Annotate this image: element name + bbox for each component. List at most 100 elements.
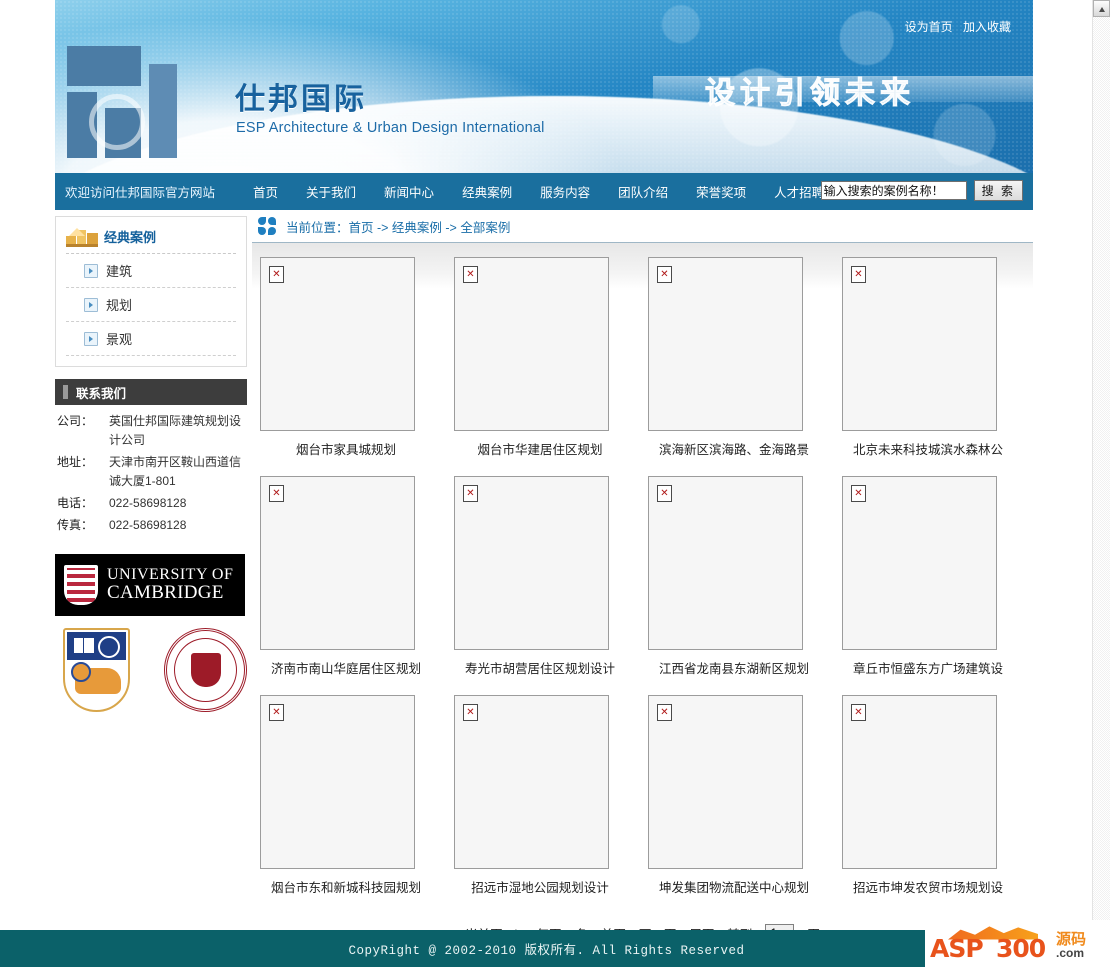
body-columns: 经典案例 建筑 规划 景观 联系我们 公司： 英国仕邦国际建筑规划设计公司 地址… bbox=[55, 210, 1033, 950]
case-thumbnail[interactable]: ✕ bbox=[260, 257, 415, 431]
watermark-asp-text: ASP bbox=[930, 933, 984, 963]
university-crest-icon bbox=[63, 628, 131, 712]
case-thumbnail[interactable]: ✕ bbox=[648, 476, 803, 650]
main-content: 当前位置：首页 -> 经典案例 -> 全部案例 ✕ 烟台市家具城规划 ✕ 烟台市… bbox=[252, 210, 1033, 950]
contact-value: 英国仕邦国际建筑规划设计公司 bbox=[109, 414, 242, 447]
case-thumbnail[interactable]: ✕ bbox=[454, 257, 609, 431]
sidebar-item-landscape[interactable]: 景观 bbox=[66, 322, 236, 356]
broken-image-icon: ✕ bbox=[851, 704, 866, 721]
category-title: 经典案例 bbox=[104, 229, 157, 245]
set-homepage-link[interactable]: 设为首页 bbox=[905, 20, 953, 34]
tianjin-university-seal-icon bbox=[164, 628, 247, 712]
scroll-up-icon[interactable] bbox=[1093, 0, 1110, 17]
nav-item-home[interactable]: 首页 bbox=[253, 182, 278, 201]
nav-welcome-text: 欢迎访问仕邦国际官方网站 bbox=[65, 186, 216, 200]
case-item: ✕ 烟台市华建居住区规划 bbox=[454, 257, 640, 458]
nav-item-careers[interactable]: 人才招聘 bbox=[774, 182, 824, 201]
case-item: ✕ 北京未来科技城滨水森林公 bbox=[842, 257, 1028, 458]
contact-card-body: 公司： 英国仕邦国际建筑规划设计公司 地址： 天津市南开区鞍山西道信诚大厦1-8… bbox=[55, 405, 247, 544]
contact-value: 天津市南开区鞍山西道信诚大厦1-801 bbox=[109, 455, 242, 488]
contact-row-address: 地址： 天津市南开区鞍山西道信诚大厦1-801 bbox=[57, 453, 245, 491]
case-title[interactable]: 济南市南山华庭居住区规划 bbox=[260, 658, 432, 677]
brand-name-en: ESP Architecture & Urban Design Internat… bbox=[236, 120, 545, 136]
contact-row-company: 公司： 英国仕邦国际建筑规划设计公司 bbox=[57, 412, 245, 450]
site-wrapper: 仕邦国际 ESP Architecture & Urban Design Int… bbox=[55, 0, 1033, 950]
case-thumbnail[interactable]: ✕ bbox=[648, 695, 803, 869]
case-thumbnail[interactable]: ✕ bbox=[842, 476, 997, 650]
search-input[interactable] bbox=[820, 181, 967, 200]
broken-image-icon: ✕ bbox=[463, 485, 478, 502]
sidebar-item-planning[interactable]: 规划 bbox=[66, 288, 236, 322]
cambridge-shield-icon bbox=[64, 565, 98, 605]
broken-image-icon: ✕ bbox=[269, 485, 284, 502]
nav-item-team[interactable]: 团队介绍 bbox=[618, 182, 668, 201]
contact-value: 022-58698128 bbox=[109, 518, 187, 532]
asp300-watermark: ASP 300 源码 .com bbox=[925, 920, 1110, 967]
case-item: ✕ 章丘市恒盛东方广场建筑设 bbox=[842, 476, 1028, 677]
nav-item-services[interactable]: 服务内容 bbox=[540, 182, 590, 201]
case-thumbnail[interactable]: ✕ bbox=[454, 695, 609, 869]
case-title[interactable]: 章丘市恒盛东方广场建筑设 bbox=[842, 658, 1014, 677]
sidebar-item-label: 规划 bbox=[106, 298, 133, 313]
vertical-scrollbar[interactable] bbox=[1092, 0, 1110, 967]
contact-key: 电话： bbox=[57, 496, 94, 510]
sidebar-item-architecture[interactable]: 建筑 bbox=[66, 254, 236, 288]
case-title[interactable]: 北京未来科技城滨水森林公 bbox=[842, 439, 1014, 458]
contact-value: 022-58698128 bbox=[109, 496, 187, 510]
buildings-icon bbox=[66, 225, 98, 247]
case-item: ✕ 招远市湿地公园规划设计 bbox=[454, 695, 640, 896]
broken-image-icon: ✕ bbox=[851, 485, 866, 502]
case-title[interactable]: 坤发集团物流配送中心规划 bbox=[648, 877, 820, 896]
case-title[interactable]: 烟台市华建居住区规划 bbox=[454, 439, 626, 458]
nav-item-about[interactable]: 关于我们 bbox=[306, 182, 356, 201]
case-thumbnail[interactable]: ✕ bbox=[842, 695, 997, 869]
arrow-right-icon bbox=[84, 263, 98, 278]
nav-item-cases[interactable]: 经典案例 bbox=[462, 182, 512, 201]
category-card: 经典案例 建筑 规划 景观 bbox=[55, 216, 247, 367]
cambridge-line1: UNIVERSITY OF bbox=[107, 565, 234, 583]
case-title[interactable]: 招远市坤发农贸市场规划设 bbox=[842, 877, 1014, 896]
case-thumbnail[interactable]: ✕ bbox=[454, 476, 609, 650]
main-navigation: 欢迎访问仕邦国际官方网站 首页 关于我们 新闻中心 经典案例 服务内容 团队介绍… bbox=[55, 173, 1033, 210]
breadcrumb: 当前位置：首页 -> 经典案例 -> 全部案例 bbox=[252, 210, 1033, 243]
partner-logos bbox=[55, 628, 247, 712]
top-utility-links: 设为首页 加入收藏 bbox=[898, 18, 1011, 35]
cambridge-logo: UNIVERSITY OF CAMBRIDGE bbox=[55, 554, 245, 616]
add-favorite-link[interactable]: 加入收藏 bbox=[963, 20, 1011, 34]
page-root: 仕邦国际 ESP Architecture & Urban Design Int… bbox=[0, 0, 1110, 967]
left-sidebar: 经典案例 建筑 规划 景观 联系我们 公司： 英国仕邦国际建筑规划设计公司 地址… bbox=[55, 210, 247, 712]
case-thumbnail[interactable]: ✕ bbox=[648, 257, 803, 431]
nav-item-awards[interactable]: 荣誉奖项 bbox=[696, 182, 746, 201]
case-title[interactable]: 江西省龙南县东湖新区规划 bbox=[648, 658, 820, 677]
case-item: ✕ 寿光市胡营居住区规划设计 bbox=[454, 476, 640, 677]
cambridge-line2: CAMBRIDGE bbox=[107, 582, 224, 604]
contact-row-phone: 电话： 022-58698128 bbox=[57, 494, 245, 513]
cambridge-wordmark: UNIVERSITY OF CAMBRIDGE bbox=[107, 565, 234, 604]
arrow-right-icon bbox=[84, 331, 98, 346]
case-thumbnail[interactable]: ✕ bbox=[842, 257, 997, 431]
nav-item-news[interactable]: 新闻中心 bbox=[384, 182, 434, 201]
sidebar-item-label: 景观 bbox=[106, 332, 133, 347]
case-title[interactable]: 烟台市东和新城科技园规划 bbox=[260, 877, 432, 896]
broken-image-icon: ✕ bbox=[463, 266, 478, 283]
header-accent-bar bbox=[63, 385, 68, 399]
case-item: ✕ 江西省龙南县东湖新区规划 bbox=[648, 476, 834, 677]
broken-image-icon: ✕ bbox=[269, 704, 284, 721]
search-area: 搜 索 bbox=[820, 180, 1023, 201]
case-title[interactable]: 烟台市家具城规划 bbox=[260, 439, 432, 458]
case-title[interactable]: 滨海新区滨海路、金海路景 bbox=[648, 439, 820, 458]
category-list: 建筑 规划 景观 bbox=[66, 254, 236, 356]
search-button[interactable]: 搜 索 bbox=[973, 180, 1023, 201]
case-grid: ✕ 烟台市家具城规划 ✕ 烟台市华建居住区规划 ✕ 滨海新区滨海路、金海路景 ✕… bbox=[252, 257, 1033, 914]
breadcrumb-text: 当前位置：首页 -> 经典案例 -> 全部案例 bbox=[286, 220, 511, 235]
case-title[interactable]: 寿光市胡营居住区规划设计 bbox=[454, 658, 626, 677]
case-thumbnail[interactable]: ✕ bbox=[260, 695, 415, 869]
case-grid-panel: ✕ 烟台市家具城规划 ✕ 烟台市华建居住区规划 ✕ 滨海新区滨海路、金海路景 ✕… bbox=[252, 243, 1033, 950]
contact-key: 地址： bbox=[57, 455, 94, 469]
case-title[interactable]: 招远市湿地公园规划设计 bbox=[454, 877, 626, 896]
broken-image-icon: ✕ bbox=[851, 266, 866, 283]
case-thumbnail[interactable]: ✕ bbox=[260, 476, 415, 650]
sidebar-item-label: 建筑 bbox=[106, 264, 133, 279]
watermark-domain-text: .com bbox=[1056, 945, 1085, 960]
company-logo-icon bbox=[67, 46, 177, 158]
